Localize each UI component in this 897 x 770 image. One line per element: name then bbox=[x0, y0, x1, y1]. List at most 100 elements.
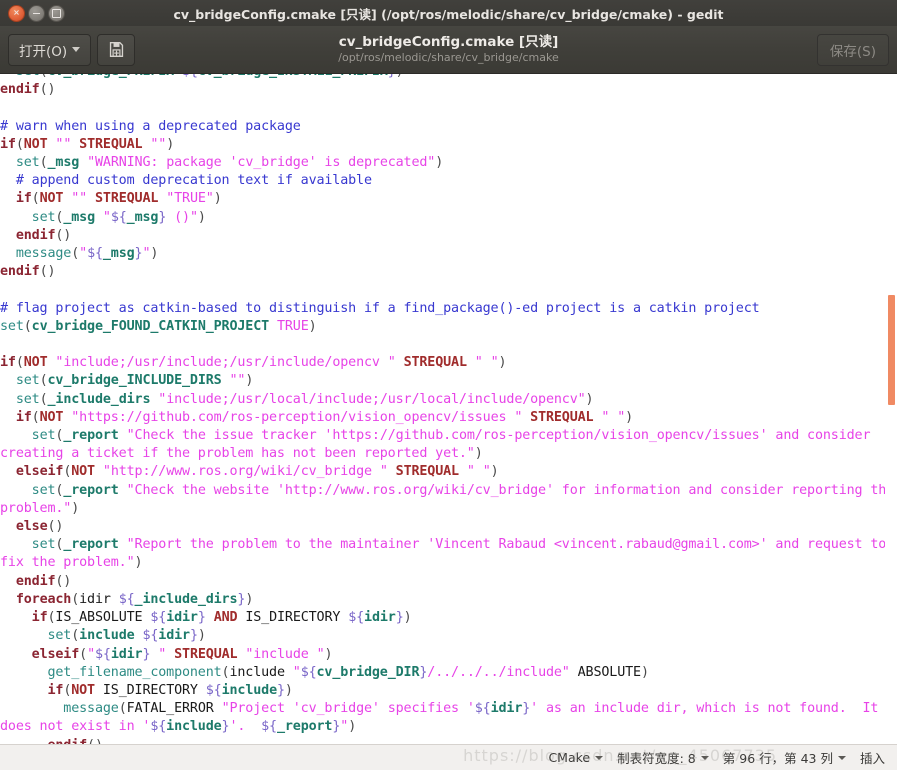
code-token: message bbox=[15, 246, 72, 262]
code-line: elseif(NOT "http://www.ros.org/wiki/cv_b… bbox=[0, 463, 897, 481]
code-line: set(_report "Report the problem to the m… bbox=[0, 536, 897, 572]
code-line: set(cv_bridge_FOUND_CATKIN_PROJECT TRUE) bbox=[0, 318, 897, 336]
code-token: STREQUAL bbox=[395, 464, 459, 480]
save-button[interactable]: 保存(S) bbox=[816, 33, 889, 66]
code-token: ) bbox=[308, 318, 317, 334]
code-line: endif() bbox=[0, 737, 897, 744]
code-line: set(_include_dirs "include;/usr/local/in… bbox=[0, 391, 897, 409]
code-editor-area[interactable]: set(cv_bridge_PREFIX ${cv_bridge_INSTALL… bbox=[0, 74, 897, 744]
code-token: NOT bbox=[71, 682, 95, 698]
minimize-button[interactable] bbox=[28, 4, 45, 22]
code-token: FATAL_ERROR bbox=[126, 701, 222, 717]
code-line: endif() bbox=[0, 573, 897, 591]
code-token: ( bbox=[71, 628, 80, 644]
code-token: else bbox=[15, 519, 48, 535]
insert-mode-indicator[interactable]: 插入 bbox=[860, 748, 885, 767]
language-selector[interactable]: CMake bbox=[548, 750, 604, 765]
code-token: } bbox=[197, 610, 206, 626]
save-button-label: 保存(S) bbox=[829, 43, 876, 60]
code-token: ) bbox=[640, 664, 649, 680]
cursor-position-label: 第 96 行，第 43 列 bbox=[722, 751, 833, 766]
code-token: ${ bbox=[150, 719, 167, 735]
code-token: endif bbox=[15, 227, 56, 243]
code-line: endif() bbox=[0, 227, 897, 245]
code-token: ) bbox=[134, 555, 143, 571]
code-line: set(_report "Check the issue tracker 'ht… bbox=[0, 427, 897, 463]
window-controls: × bbox=[8, 4, 65, 22]
code-line: if(NOT "" STREQUAL "") bbox=[0, 136, 897, 154]
code-token: idir bbox=[490, 701, 523, 717]
insert-mode-label: 插入 bbox=[859, 751, 885, 766]
code-token: ${ bbox=[182, 74, 198, 79]
code-token: ) bbox=[213, 191, 222, 207]
code-token: "Project 'cv_bridge' specifies ' bbox=[221, 701, 475, 717]
code-token: _report bbox=[63, 482, 119, 498]
cursor-position-selector[interactable]: 第 96 行，第 43 列 bbox=[723, 748, 846, 767]
code-line: message(FATAL_ERROR "Project 'cv_bridge'… bbox=[0, 700, 897, 736]
code-line: if(IS_ABSOLUTE ${idir} AND IS_DIRECTORY … bbox=[0, 609, 897, 627]
code-token: ( bbox=[39, 391, 48, 407]
code-token: IS_DIRECTORY bbox=[237, 610, 349, 626]
code-token: () bbox=[55, 227, 72, 243]
code-token: '. bbox=[229, 719, 262, 735]
close-button[interactable]: × bbox=[8, 4, 25, 22]
code-token: ) bbox=[197, 628, 206, 644]
code-token: IS_ABSOLUTE bbox=[55, 610, 151, 626]
tab-width-selector[interactable]: 制表符宽度: 8 bbox=[617, 748, 709, 767]
code-token: ( bbox=[71, 246, 80, 262]
code-token: _msg bbox=[47, 155, 80, 171]
code-token: idir bbox=[110, 646, 143, 662]
source-code-text[interactable]: set(cv_bridge_PREFIX ${cv_bridge_INSTALL… bbox=[0, 74, 897, 744]
code-token: ) bbox=[625, 409, 634, 425]
code-token: _msg bbox=[102, 246, 135, 262]
code-token: ) bbox=[71, 500, 80, 516]
code-token: } bbox=[189, 628, 198, 644]
code-token: "include;/usr/local/include;/usr/local/i… bbox=[158, 391, 586, 407]
vertical-scrollbar-thumb[interactable] bbox=[888, 295, 895, 405]
code-token: () bbox=[39, 82, 56, 98]
code-token: _report bbox=[276, 719, 333, 735]
code-line: if(NOT "include;/usr/include;/usr/includ… bbox=[0, 354, 897, 372]
code-token: NOT bbox=[39, 191, 64, 207]
tab-width-label: 制表符宽度: 8 bbox=[617, 751, 696, 766]
code-token: _report bbox=[63, 537, 119, 553]
minimize-icon bbox=[33, 12, 40, 14]
open-button-label: 打开(O) bbox=[19, 43, 68, 60]
code-token: ${ bbox=[261, 719, 277, 735]
code-line: set(cv_bridge_PREFIX ${cv_bridge_INSTALL… bbox=[0, 74, 897, 81]
code-token: "" bbox=[71, 191, 88, 207]
vertical-scrollbar[interactable] bbox=[885, 74, 897, 744]
open-button[interactable]: 打开(O) bbox=[8, 33, 92, 66]
save-as-button[interactable] bbox=[97, 33, 136, 66]
code-token: "include;/usr/include;/usr/include/openc… bbox=[55, 355, 396, 371]
code-token: get_filename_component bbox=[47, 664, 222, 680]
code-token: ( bbox=[15, 355, 24, 371]
code-token: elseif bbox=[15, 464, 64, 480]
code-token: _msg bbox=[63, 209, 95, 225]
code-token: " " bbox=[466, 464, 491, 480]
code-line: if(NOT "https://github.com/ros-perceptio… bbox=[0, 409, 897, 427]
code-token: " bbox=[150, 646, 167, 662]
maximize-icon bbox=[52, 8, 61, 18]
code-line: if(NOT "" STREQUAL "TRUE") bbox=[0, 190, 897, 208]
language-label: CMake bbox=[548, 750, 591, 765]
code-token: () bbox=[55, 573, 72, 589]
code-line: set(_report "Check the website 'http://w… bbox=[0, 482, 897, 518]
code-token: STREQUAL bbox=[174, 646, 238, 662]
maximize-button[interactable] bbox=[48, 4, 65, 22]
code-token: ( bbox=[31, 191, 40, 207]
code-line: endif() bbox=[0, 263, 897, 281]
